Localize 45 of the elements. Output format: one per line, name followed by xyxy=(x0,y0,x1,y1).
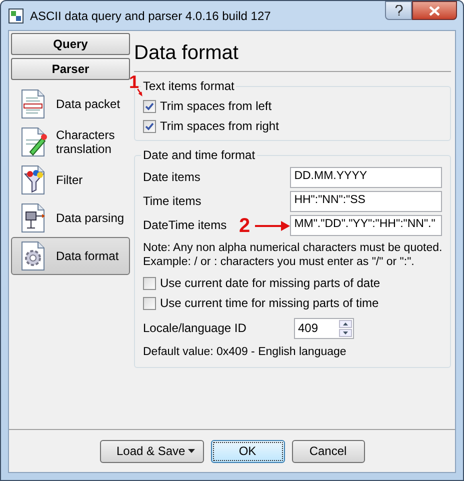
checkbox[interactable] xyxy=(143,276,156,290)
checkbox-label: Trim spaces from left xyxy=(160,98,272,115)
sidebar-header-button[interactable]: Query xyxy=(11,33,130,55)
input-field[interactable]: HH":"NN":"SS xyxy=(290,190,442,212)
note-text: Example: / or : characters you must enter as "/" or ":". xyxy=(143,255,416,269)
checkbox-label: Trim spaces from right xyxy=(160,118,279,135)
help-icon xyxy=(394,5,402,16)
input-field[interactable]: DD.MM.YYYY xyxy=(290,166,442,188)
note-text: Note: Any non alpha numerical characters must be quoted. xyxy=(143,241,442,255)
close-icon xyxy=(429,6,440,16)
checkbox-label: Use current time for missing parts of time xyxy=(160,295,379,312)
field-label: Time items xyxy=(143,193,202,210)
callout-arrow xyxy=(137,87,145,99)
callout-number: 1 xyxy=(129,73,140,91)
field-label: Date items xyxy=(143,169,200,186)
checkmark-icon xyxy=(145,102,154,110)
input-field[interactable]: MM"."DD"."YY":"HH":"NN"." xyxy=(290,214,442,236)
help-button[interactable] xyxy=(385,1,412,20)
sidebar-item[interactable]: Data parsing xyxy=(11,199,130,237)
sidebar-item[interactable]: Data packet xyxy=(11,85,130,123)
field-label: Locale/language ID xyxy=(143,320,248,337)
group-title: Date and time format xyxy=(141,148,258,162)
sidebar-item[interactable]: Characters translation xyxy=(11,123,130,161)
sidebar-item[interactable]: Data format xyxy=(11,237,130,275)
checkbox-label: Use current date for missing parts of date xyxy=(160,275,380,292)
checkmark-icon xyxy=(145,122,154,130)
note-text: Default value: 0x409 - English language xyxy=(143,345,348,359)
app-icon xyxy=(8,8,24,24)
callout-number: 2 xyxy=(239,216,250,236)
checkbox[interactable] xyxy=(143,296,156,310)
spin-field[interactable]: 409 xyxy=(294,318,354,338)
ok-button[interactable]: OK xyxy=(210,440,284,462)
sidebar-item[interactable]: Filter xyxy=(11,161,130,199)
checkbox[interactable] xyxy=(143,120,156,132)
caret-icon xyxy=(188,449,194,453)
cancel-button[interactable]: Cancel xyxy=(292,440,364,462)
window-title: ASCII data query and parser 4.0.16 build 127 xyxy=(30,8,271,24)
group-title: Text items format xyxy=(141,79,236,93)
callout-arrow xyxy=(254,220,290,232)
sidebar-header-button[interactable]: Parser xyxy=(11,58,130,80)
field-label: DateTime items xyxy=(143,217,227,234)
dropdown-button[interactable]: Load & Save xyxy=(100,440,204,462)
checkbox[interactable] xyxy=(143,100,156,112)
page-title: Data format xyxy=(134,31,452,72)
close-button[interactable] xyxy=(412,1,457,20)
